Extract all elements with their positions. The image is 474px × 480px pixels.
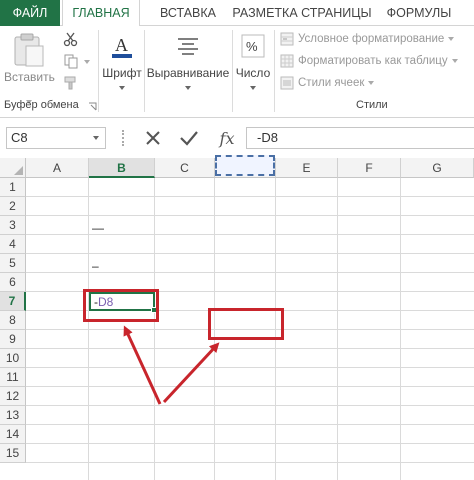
group-separator <box>98 30 99 112</box>
row-header-4[interactable]: 4 <box>0 235 26 254</box>
gridline-horizontal <box>26 196 474 197</box>
row-header-14[interactable]: 14 <box>0 425 26 444</box>
select-all-icon <box>14 166 23 175</box>
chevron-down-icon <box>451 59 458 63</box>
number-button[interactable]: % Число <box>234 30 272 94</box>
gridline-horizontal <box>26 443 474 444</box>
tab-formulas[interactable]: ФОРМУЛЫ <box>384 0 454 26</box>
ribbon: Вставить Буфер обмена A Шрифт Выравниван… <box>0 26 474 118</box>
conditional-formatting-icon <box>280 32 294 46</box>
group-separator <box>274 30 275 112</box>
cell-b3[interactable]: — <box>92 221 104 235</box>
tab-home[interactable]: ГЛАВНАЯ <box>62 0 140 27</box>
confirm-entry-button[interactable] <box>176 126 202 150</box>
formula-bar-grip[interactable] <box>122 130 125 146</box>
formula-input[interactable]: -D8 <box>246 127 474 149</box>
name-box-value: C8 <box>11 130 28 145</box>
row-header-5[interactable]: 5 <box>0 254 26 273</box>
svg-text:%: % <box>246 39 258 54</box>
row-header-9[interactable]: 9 <box>0 330 26 349</box>
column-header-c[interactable]: C <box>155 158 215 178</box>
ribbon-tab-bar: ФАЙЛ ГЛАВНАЯ ВСТАВКА РАЗМЕТКА СТРАНИЦЫ Ф… <box>0 0 474 27</box>
number-dropdown-caret <box>250 86 256 90</box>
highlight-box-d8 <box>208 308 284 340</box>
cell-b5[interactable]: – <box>92 259 99 273</box>
gridline-horizontal <box>26 253 474 254</box>
dialog-launcher-icon[interactable] <box>88 102 97 111</box>
copy-dropdown-caret[interactable] <box>84 60 90 64</box>
gridline-horizontal <box>26 424 474 425</box>
conditional-formatting-label: Условное форматирование <box>298 33 445 45</box>
scissors-icon <box>63 32 78 47</box>
gridline-horizontal <box>26 348 474 349</box>
alignment-label: Выравнивание <box>146 66 230 80</box>
alignment-dropdown-caret <box>185 86 191 90</box>
row-header-15[interactable]: 15 <box>0 444 26 463</box>
row-header-8[interactable]: 8 <box>0 311 26 330</box>
clipboard-icon <box>14 33 44 67</box>
conditional-formatting-button[interactable]: Условное форматирование <box>280 30 455 48</box>
insert-function-button[interactable]: fx <box>214 126 240 150</box>
paste-label: Вставить <box>4 70 55 84</box>
name-box[interactable]: C8 <box>6 127 106 149</box>
formula-bar: C8 fx -D8 <box>0 118 474 158</box>
row-header-2[interactable]: 2 <box>0 197 26 216</box>
tab-page-layout[interactable]: РАЗМЕТКА СТРАНИЦЫ <box>228 0 376 26</box>
group-separator <box>144 30 145 112</box>
column-header-b[interactable]: B <box>89 158 155 178</box>
row-header-11[interactable]: 11 <box>0 368 26 387</box>
clipboard-group-label: Буфер обмена <box>4 99 79 111</box>
highlight-box-b7 <box>83 289 159 322</box>
format-painter-button[interactable] <box>60 74 82 92</box>
svg-text:A: A <box>115 35 128 55</box>
column-header-e[interactable]: E <box>276 158 338 178</box>
gridline-horizontal <box>26 405 474 406</box>
row-header-10[interactable]: 10 <box>0 349 26 368</box>
cell-styles-label: Стили ячеек <box>298 77 365 89</box>
chevron-down-icon <box>448 37 455 41</box>
row-header-6[interactable]: 6 <box>0 273 26 292</box>
font-dropdown-caret <box>119 86 125 90</box>
alignment-button[interactable]: Выравнивание <box>146 30 230 94</box>
table-icon <box>280 54 294 68</box>
tab-file[interactable]: ФАЙЛ <box>0 0 60 26</box>
column-header-a[interactable]: A <box>26 158 89 178</box>
row-header-7[interactable]: 7 <box>0 292 26 311</box>
copy-button[interactable] <box>60 52 82 70</box>
gridline-horizontal <box>26 215 474 216</box>
tab-insert[interactable]: ВСТАВКА <box>152 0 224 26</box>
column-header-f[interactable]: F <box>338 158 401 178</box>
copy-marquee-d8[interactable] <box>215 155 275 176</box>
format-painter-icon <box>64 76 76 90</box>
select-all-corner[interactable] <box>0 158 26 178</box>
font-color-icon: A <box>112 35 132 58</box>
number-label: Число <box>235 66 271 80</box>
cell-styles-button[interactable]: Стили ячеек <box>280 74 375 92</box>
copy-icon <box>64 54 78 69</box>
format-as-table-button[interactable]: Форматировать как таблицу <box>280 52 458 70</box>
gridline-horizontal <box>26 367 474 368</box>
gridline-horizontal <box>26 462 474 463</box>
column-header-g[interactable]: G <box>401 158 474 178</box>
gridline-horizontal <box>26 386 474 387</box>
close-icon <box>146 131 160 145</box>
chevron-down-icon <box>368 81 375 85</box>
checkmark-icon <box>180 131 198 146</box>
row-header-13[interactable]: 13 <box>0 406 26 425</box>
styles-group-label: Стили <box>356 99 388 111</box>
format-as-table-label: Форматировать как таблицу <box>298 55 448 67</box>
percent-icon: % <box>241 34 265 58</box>
paste-button[interactable]: Вставить <box>4 30 55 90</box>
function-icon: fx <box>219 128 235 148</box>
font-label: Шрифт <box>102 66 142 80</box>
row-header-12[interactable]: 12 <box>0 387 26 406</box>
font-button[interactable]: A Шрифт <box>102 30 142 94</box>
cancel-entry-button[interactable] <box>140 126 166 150</box>
cut-button[interactable] <box>60 30 82 48</box>
row-header-3[interactable]: 3 <box>0 216 26 235</box>
row-header-1[interactable]: 1 <box>0 178 26 197</box>
chevron-down-icon[interactable] <box>93 136 99 140</box>
cell-styles-icon <box>280 76 294 90</box>
align-center-icon <box>178 38 198 55</box>
